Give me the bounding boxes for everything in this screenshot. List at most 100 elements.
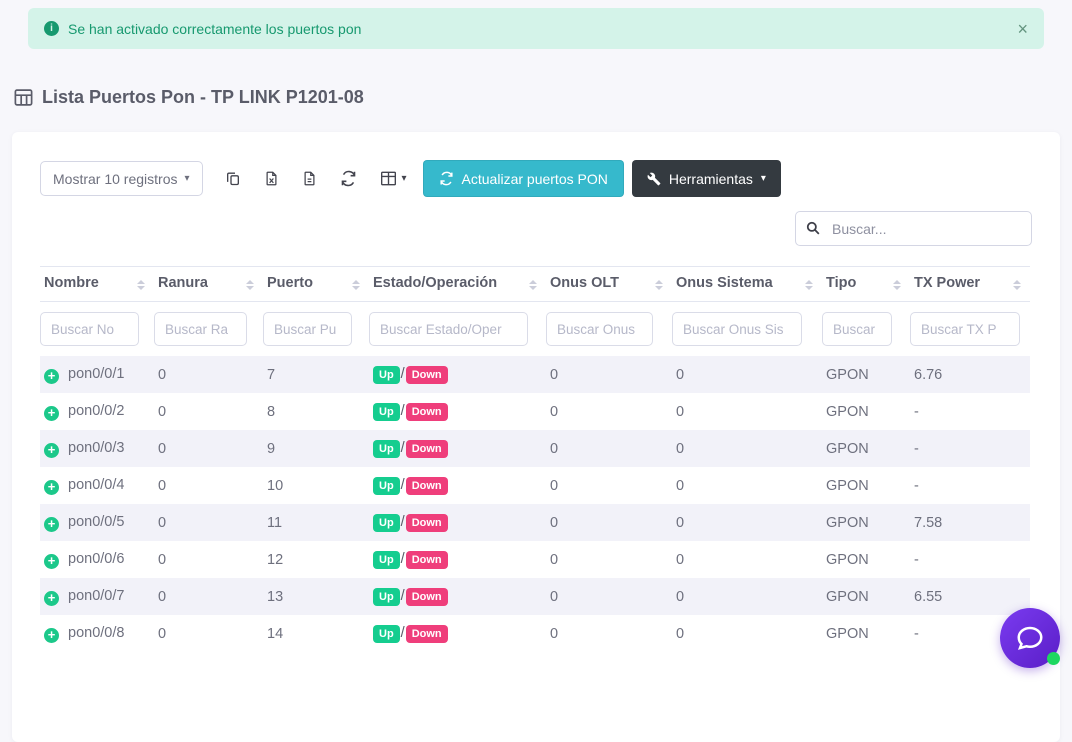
page-title-text: Lista Puertos Pon - TP LINK P1201-08 [42, 87, 364, 108]
cell-onus-olt: 0 [546, 578, 672, 615]
cell-puerto: 13 [263, 578, 369, 615]
cell-ranura: 0 [154, 393, 263, 430]
filter-cell [263, 302, 369, 357]
excel-file-icon [264, 170, 279, 187]
sync-icon [439, 171, 454, 186]
cell-estado-operacion: Up/Down [369, 578, 546, 615]
sort-icon[interactable] [893, 280, 901, 290]
column-header[interactable]: Estado/Operación [369, 267, 546, 302]
export-file-button[interactable] [302, 170, 317, 187]
cell-onus-sistema: 0 [672, 467, 822, 504]
cell-nombre: + pon0/0/7 [40, 578, 154, 615]
chat-widget-button[interactable] [1000, 608, 1060, 668]
chevron-down-icon: ▾ [184, 174, 189, 184]
alert-message: Se han activado correctamente los puerto… [68, 21, 361, 37]
status-up-badge: Up [373, 514, 400, 532]
actualizar-label: Actualizar puertos PON [462, 171, 608, 187]
column-filter-input[interactable] [546, 312, 653, 346]
column-filter-input[interactable] [822, 312, 892, 346]
expand-row-icon[interactable]: + [44, 628, 59, 643]
column-header-label: TX Power [914, 275, 980, 291]
copy-button[interactable] [225, 170, 241, 187]
search-icon [806, 221, 820, 240]
table-row: +pon0/0/5 0 11 Up/Down 0 0 GPON 7.58 [40, 504, 1030, 541]
cell-tipo: GPON [822, 356, 910, 393]
sort-icon[interactable] [1013, 280, 1021, 290]
cell-onus-sistema: 0 [672, 541, 822, 578]
port-name: pon0/0/4 [68, 477, 124, 493]
expand-row-icon[interactable]: + [44, 591, 59, 606]
expand-row-icon[interactable]: + [44, 480, 59, 495]
sort-icon[interactable] [529, 280, 537, 290]
column-filter-input[interactable] [672, 312, 802, 346]
column-header-label: Tipo [826, 275, 856, 291]
info-icon: i [44, 21, 59, 36]
search-input[interactable] [795, 211, 1032, 246]
cell-onus-olt: 0 [546, 541, 672, 578]
column-filter-input[interactable] [910, 312, 1020, 346]
cell-onus-olt: 0 [546, 430, 672, 467]
filter-cell [672, 302, 822, 357]
column-header-label: Onus Sistema [676, 275, 773, 291]
badge-separator: / [401, 440, 405, 456]
cell-estado-operacion: Up/Down [369, 430, 546, 467]
sort-icon[interactable] [352, 280, 360, 290]
cell-estado-operacion: Up/Down [369, 504, 546, 541]
status-down-badge: Down [406, 551, 448, 569]
cell-tipo: GPON [822, 578, 910, 615]
expand-row-icon[interactable]: + [44, 406, 59, 421]
expand-row-icon[interactable]: + [44, 517, 59, 532]
actualizar-puertos-button[interactable]: Actualizar puertos PON [423, 160, 624, 197]
column-filter-input[interactable] [154, 312, 247, 346]
table-row: +pon0/0/1 0 7 Up/Down 0 0 GPON 6.76 [40, 356, 1030, 393]
status-down-badge: Down [406, 366, 448, 384]
cell-estado-operacion: Up/Down [369, 615, 546, 652]
table-row: +pon0/0/8 0 14 Up/Down 0 0 GPON - [40, 615, 1030, 652]
cell-nombre: +pon0/0/6 [40, 541, 154, 578]
cell-tx-power: 7.58 [910, 504, 1030, 541]
status-up-badge: Up [373, 588, 400, 606]
cell-onus-olt: 0 [546, 356, 672, 393]
column-header[interactable]: TX Power [910, 267, 1030, 302]
expand-row-icon[interactable]: + [44, 554, 59, 569]
column-header[interactable]: Puerto [263, 267, 369, 302]
cell-puerto: 14 [263, 615, 369, 652]
status-down-badge: Down [406, 514, 448, 532]
port-name: pon0/0/7 [68, 588, 124, 604]
column-visibility-button[interactable]: ▾ [380, 171, 407, 186]
status-down-badge: Down [406, 477, 448, 495]
cell-ranura: 0 [154, 578, 263, 615]
cell-nombre: +pon0/0/1 [40, 356, 154, 393]
column-header[interactable]: Tipo [822, 267, 910, 302]
column-header[interactable]: Ranura [154, 267, 263, 302]
sort-icon[interactable] [246, 280, 254, 290]
column-header[interactable]: Onus Sistema [672, 267, 822, 302]
cell-onus-sistema: 0 [672, 504, 822, 541]
column-filter-input[interactable] [40, 312, 139, 346]
column-header-label: Estado/Operación [373, 275, 497, 291]
expand-row-icon[interactable]: + [44, 369, 59, 384]
table-row: +pon0/0/4 0 10 Up/Down 0 0 GPON - [40, 467, 1030, 504]
reload-button[interactable] [340, 170, 357, 187]
column-header[interactable]: Onus OLT [546, 267, 672, 302]
expand-row-icon[interactable]: + [44, 443, 59, 458]
cell-estado-operacion: Up/Down [369, 356, 546, 393]
herramientas-dropdown[interactable]: Herramientas ▾ [632, 160, 781, 197]
sort-icon[interactable] [137, 280, 145, 290]
sort-icon[interactable] [805, 280, 813, 290]
column-filter-input[interactable] [263, 312, 352, 346]
table-row: +pon0/0/6 0 12 Up/Down 0 0 GPON - [40, 541, 1030, 578]
close-icon[interactable]: × [1017, 20, 1028, 38]
export-excel-button[interactable] [264, 170, 279, 187]
copy-icon [225, 170, 241, 187]
column-header[interactable]: Nombre [40, 267, 154, 302]
cell-tipo: GPON [822, 467, 910, 504]
cell-onus-sistema: 0 [672, 615, 822, 652]
column-filter-input[interactable] [369, 312, 528, 346]
cell-tx-power: - [910, 467, 1030, 504]
chevron-down-icon: ▾ [761, 174, 766, 184]
sort-icon[interactable] [655, 280, 663, 290]
show-records-dropdown[interactable]: Mostrar 10 registros ▾ [40, 161, 203, 196]
table-icon [14, 89, 33, 106]
show-records-label: Mostrar 10 registros [53, 171, 177, 187]
